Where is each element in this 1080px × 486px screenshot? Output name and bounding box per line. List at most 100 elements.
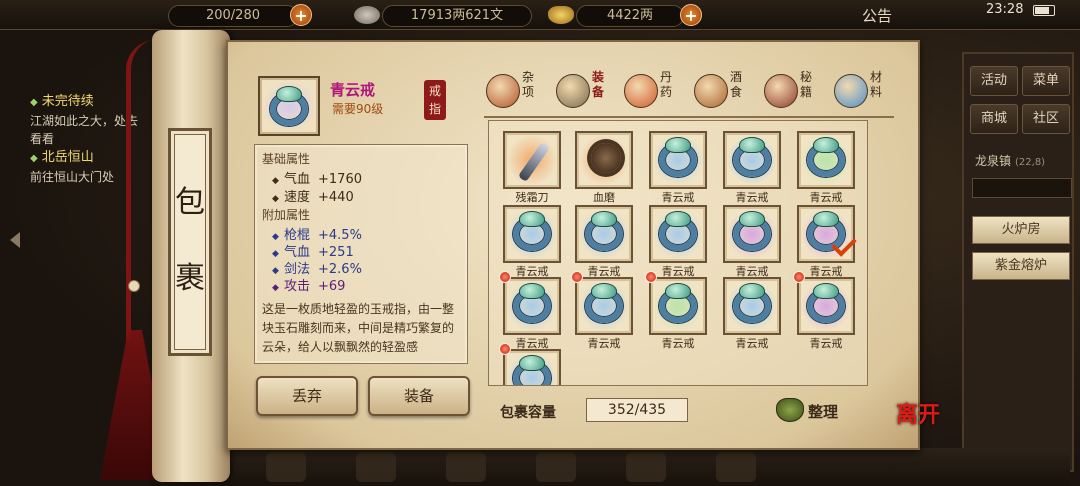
cloud-icon xyxy=(739,137,765,153)
bottom-menu-item[interactable] xyxy=(536,452,576,482)
inventory-slot[interactable] xyxy=(503,277,561,335)
tab-label: 酒食 xyxy=(730,70,743,99)
location-coord: (22,8) xyxy=(1015,157,1046,168)
silver-counter: 4422两 xyxy=(576,5,684,27)
bottom-menu-item[interactable] xyxy=(446,452,486,482)
location-name: 龙泉镇 xyxy=(975,154,1012,168)
inventory-slot[interactable] xyxy=(723,205,781,263)
attr-row: ◆ 气血 +1760 xyxy=(272,168,362,187)
cloud-icon xyxy=(739,283,765,299)
notice-button[interactable]: 公告 xyxy=(862,5,892,26)
cloud-icon xyxy=(519,211,545,227)
community-button[interactable]: 社区 xyxy=(1022,104,1070,134)
item-name: 青云戒 xyxy=(330,81,376,99)
books-icon xyxy=(764,74,798,108)
slot-name: 青云戒 xyxy=(661,337,695,350)
add-stamina-button[interactable]: + xyxy=(290,4,312,26)
bottom-menu-item[interactable] xyxy=(356,452,396,482)
cloud-icon xyxy=(813,211,839,227)
inventory-slot[interactable] xyxy=(503,131,561,189)
slot-name: 青云戒 xyxy=(735,337,769,350)
pills-icon xyxy=(624,74,658,108)
inventory-slot[interactable] xyxy=(649,205,707,263)
tab-5[interactable]: 材料 xyxy=(834,70,888,112)
cloud-icon xyxy=(519,355,545,371)
add-silver-button[interactable]: + xyxy=(680,4,702,26)
silver-ingot-icon xyxy=(548,6,574,24)
bag-icon[interactable] xyxy=(776,398,804,422)
tab-2[interactable]: 丹药 xyxy=(624,70,678,112)
mace-icon xyxy=(591,143,621,173)
cloud-icon xyxy=(739,211,765,227)
tabs-divider xyxy=(484,116,894,118)
inventory-title-plaque: 包 裹 xyxy=(168,128,212,356)
top-bar: 200/280 + 17913两621文 4422两 + 公告 23:28 xyxy=(0,0,1080,30)
diamond-icon: ◆ xyxy=(30,97,38,108)
item-requirement: 需要90级 xyxy=(332,102,384,116)
inventory-slot[interactable] xyxy=(575,131,633,189)
inventory-slot[interactable] xyxy=(649,277,707,335)
location-tab[interactable] xyxy=(972,178,1072,198)
tab-label: 秘籍 xyxy=(800,70,813,99)
location-label: 龙泉镇 (22,8) xyxy=(975,152,1045,169)
item-description: 这是一枚质地轻盈的玉戒指，由一整块玉石雕刻而来，中间是精巧繁复的云朵，给人以飘飘… xyxy=(262,302,455,354)
inventory-slot[interactable] xyxy=(503,205,561,263)
selected-item-slot xyxy=(258,76,320,136)
attr-row: ◆ 速度 +440 xyxy=(272,186,354,205)
inventory-slot[interactable] xyxy=(723,277,781,335)
scroll-bead xyxy=(128,280,140,292)
diamond-icon: ◆ xyxy=(30,153,38,164)
cloud-icon xyxy=(665,137,691,153)
collapse-arrow-icon[interactable] xyxy=(10,232,20,248)
activity-button[interactable]: 活动 xyxy=(970,66,1018,96)
title-char: 裹 xyxy=(175,261,205,296)
shop-button[interactable]: 商城 xyxy=(970,104,1018,134)
tab-0[interactable]: 杂项 xyxy=(486,70,540,112)
inventory-slot[interactable] xyxy=(797,277,855,335)
leave-button[interactable]: 离开 xyxy=(896,404,942,450)
base-attr-title: 基础属性 xyxy=(262,152,311,166)
menu-button[interactable]: 菜单 xyxy=(1022,66,1070,96)
bottom-menu-item[interactable] xyxy=(266,452,306,482)
tab-label: 材料 xyxy=(870,70,883,99)
bottom-menu-item[interactable] xyxy=(716,452,756,482)
tab-4[interactable]: 秘籍 xyxy=(764,70,818,112)
cloud-icon xyxy=(591,211,617,227)
purple-furnace-button[interactable]: 紫金熔炉 xyxy=(972,252,1070,280)
battery-icon xyxy=(1033,5,1055,16)
title-char: 包 xyxy=(175,185,205,220)
bottom-menu-item[interactable] xyxy=(626,452,666,482)
attr-name: 攻击 xyxy=(284,279,311,294)
inventory-slot[interactable] xyxy=(575,277,633,335)
inventory-slot[interactable] xyxy=(797,131,855,189)
tab-1[interactable]: 装备 xyxy=(556,70,610,112)
discard-button[interactable]: 丢弃 xyxy=(256,376,358,416)
inventory-slot[interactable] xyxy=(649,131,707,189)
crystal-icon xyxy=(834,74,868,108)
slot-name: 青云戒 xyxy=(587,337,621,350)
inventory-grid: 残霜刀 血磨 青云戒 青云戒 青云戒 青云戒 青云戒 青云戒 青云戒 青云戒 青云戒 青云戒 青云戒 青云… xyxy=(488,120,868,386)
equip-button[interactable]: 装备 xyxy=(368,376,470,416)
attr-value: +440 xyxy=(318,190,354,205)
cloud-icon xyxy=(665,283,691,299)
item-type-tag: 戒指 xyxy=(424,80,446,120)
inventory-slot[interactable] xyxy=(575,205,633,263)
capacity-label: 包裹容量 xyxy=(500,405,556,421)
new-item-dot-icon xyxy=(499,343,511,355)
tab-label: 丹药 xyxy=(660,70,673,99)
sort-button[interactable]: 整理 xyxy=(808,401,838,422)
extra-attr-title: 附加属性 xyxy=(262,208,311,222)
tab-label: 装备 xyxy=(592,70,605,99)
attr-value: +69 xyxy=(318,279,346,294)
cloud-icon xyxy=(813,283,839,299)
slot-name: 血磨 xyxy=(593,191,615,204)
fire-house-button[interactable]: 火炉房 xyxy=(972,216,1070,244)
cloud-icon xyxy=(813,137,839,153)
inventory-slot[interactable] xyxy=(503,349,561,385)
tab-3[interactable]: 酒食 xyxy=(694,70,748,112)
quest-title: 未完待续 xyxy=(41,94,94,109)
attr-value: +1760 xyxy=(318,172,362,187)
inventory-slot[interactable] xyxy=(723,131,781,189)
capacity-value: 352/435 xyxy=(586,398,688,422)
slot-name: 残霜刀 xyxy=(515,191,549,204)
